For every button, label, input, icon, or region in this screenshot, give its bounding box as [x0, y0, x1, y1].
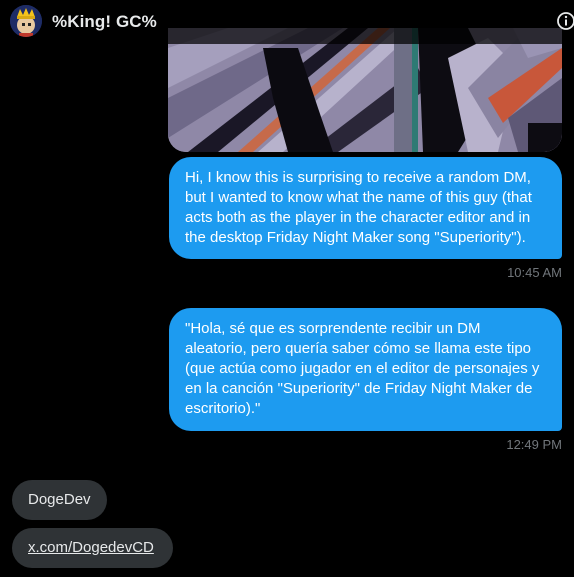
message-timestamp: 10:45 AM	[507, 265, 562, 280]
message-timestamp: 12:49 PM	[506, 437, 562, 452]
conversation-header: %King! GC%	[0, 0, 574, 44]
dm-conversation: %King! GC% Hi, I know this is surprising…	[0, 0, 574, 577]
message-text: "Hola, sé que es sorprendente recibir un…	[185, 320, 540, 417]
info-circle-icon	[557, 12, 574, 30]
sent-message[interactable]: "Hola, sé que es sorprendente recibir un…	[169, 308, 562, 431]
message-link[interactable]: x.com/DogedevCD	[28, 539, 154, 556]
info-button[interactable]	[556, 11, 574, 31]
crown-character-avatar	[10, 5, 42, 37]
image-attachment[interactable]	[168, 28, 562, 152]
pixel-art-image	[168, 28, 562, 152]
received-message[interactable]: DogeDev	[12, 480, 107, 520]
conversation-title[interactable]: %King! GC%	[52, 12, 157, 32]
message-text: DogeDev	[28, 491, 91, 508]
message-text: Hi, I know this is surprising to receive…	[185, 169, 532, 246]
sent-message[interactable]: Hi, I know this is surprising to receive…	[169, 157, 562, 259]
received-link-message[interactable]: x.com/DogedevCD	[12, 528, 173, 568]
avatar[interactable]	[10, 5, 42, 37]
